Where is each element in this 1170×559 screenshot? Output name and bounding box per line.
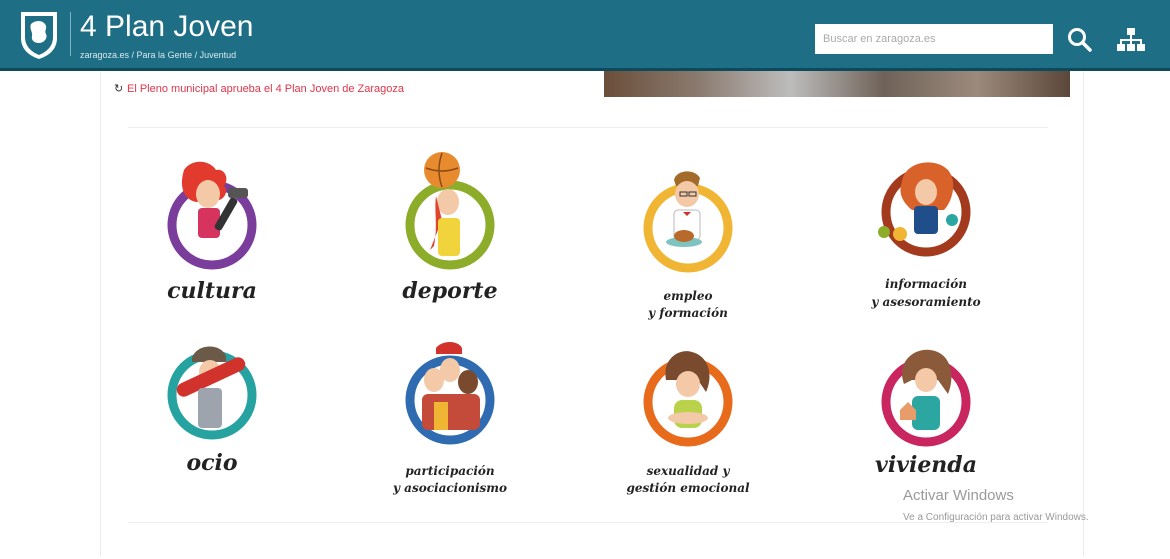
- news-link-text[interactable]: El Pleno municipal aprueba el 4 Plan Jov…: [127, 83, 404, 95]
- breadcrumb: zaragoza.es / Para la Gente / Juventud: [80, 50, 236, 60]
- zaragoza-shield-logo-icon[interactable]: [18, 10, 60, 60]
- category-label-line2: y formación: [648, 306, 728, 320]
- hugging-girl-icon: [643, 351, 733, 447]
- external-link-icon: ↻: [114, 83, 124, 95]
- page-title: 4 Plan Joven: [80, 10, 254, 43]
- news-banner-image[interactable]: [604, 71, 1070, 97]
- category-label-line2: y asociacionismo: [393, 481, 507, 495]
- category-deporte[interactable]: deporte: [350, 150, 550, 335]
- search-input[interactable]: [815, 24, 1053, 54]
- breadcrumb-item[interactable]: zaragoza.es: [80, 50, 129, 60]
- category-label-line2: gestión emocional: [626, 481, 750, 495]
- category-label-line2: y asesoramiento: [871, 295, 981, 309]
- breadcrumb-separator: /: [129, 50, 137, 60]
- site-header: 4 Plan Joven zaragoza.es / Para la Gente…: [0, 0, 1170, 68]
- breadcrumb-separator: /: [192, 50, 200, 60]
- breadcrumb-item[interactable]: Juventud: [200, 50, 237, 60]
- windows-watermark-subtitle: Ve a Configuración para activar Windows.: [903, 512, 1089, 523]
- category-label: vivienda: [875, 452, 977, 478]
- category-ocio[interactable]: ocio: [112, 340, 312, 525]
- category-label-line1: participación: [405, 464, 495, 478]
- category-label: cultura: [167, 278, 257, 304]
- category-sexualidad[interactable]: sexualidad y gestión emocional: [588, 340, 788, 525]
- header-divider: [70, 12, 71, 56]
- search-icon[interactable]: [1066, 26, 1094, 54]
- category-empleo[interactable]: empleo y formación: [588, 150, 788, 335]
- musician-girl-icon: [167, 161, 257, 270]
- category-label: deporte: [402, 278, 498, 304]
- category-informacion[interactable]: información y asesoramiento: [826, 150, 1026, 335]
- category-label-line1: empleo: [663, 289, 713, 303]
- category-cultura[interactable]: cultura: [112, 150, 312, 335]
- home-girl-icon: [881, 349, 971, 447]
- skater-girl-icon: [167, 346, 257, 440]
- category-label-line1: sexualidad y: [646, 464, 730, 478]
- divider: [128, 127, 1048, 128]
- info-girl-icon: [878, 162, 971, 257]
- category-label: ocio: [186, 450, 238, 476]
- news-link[interactable]: ↻ El Pleno municipal aprueba el 4 Plan Jo…: [114, 82, 404, 95]
- category-label-line1: información: [885, 277, 967, 291]
- category-participacion[interactable]: participación y asociacionismo: [350, 340, 550, 525]
- breadcrumb-item[interactable]: Para la Gente: [137, 50, 193, 60]
- sitemap-icon[interactable]: [1116, 26, 1146, 54]
- group-youth-icon: [405, 342, 495, 445]
- waiter-boy-icon: [643, 171, 733, 273]
- windows-watermark-title: Activar Windows: [903, 487, 1014, 504]
- basketball-girl-icon: [405, 152, 495, 270]
